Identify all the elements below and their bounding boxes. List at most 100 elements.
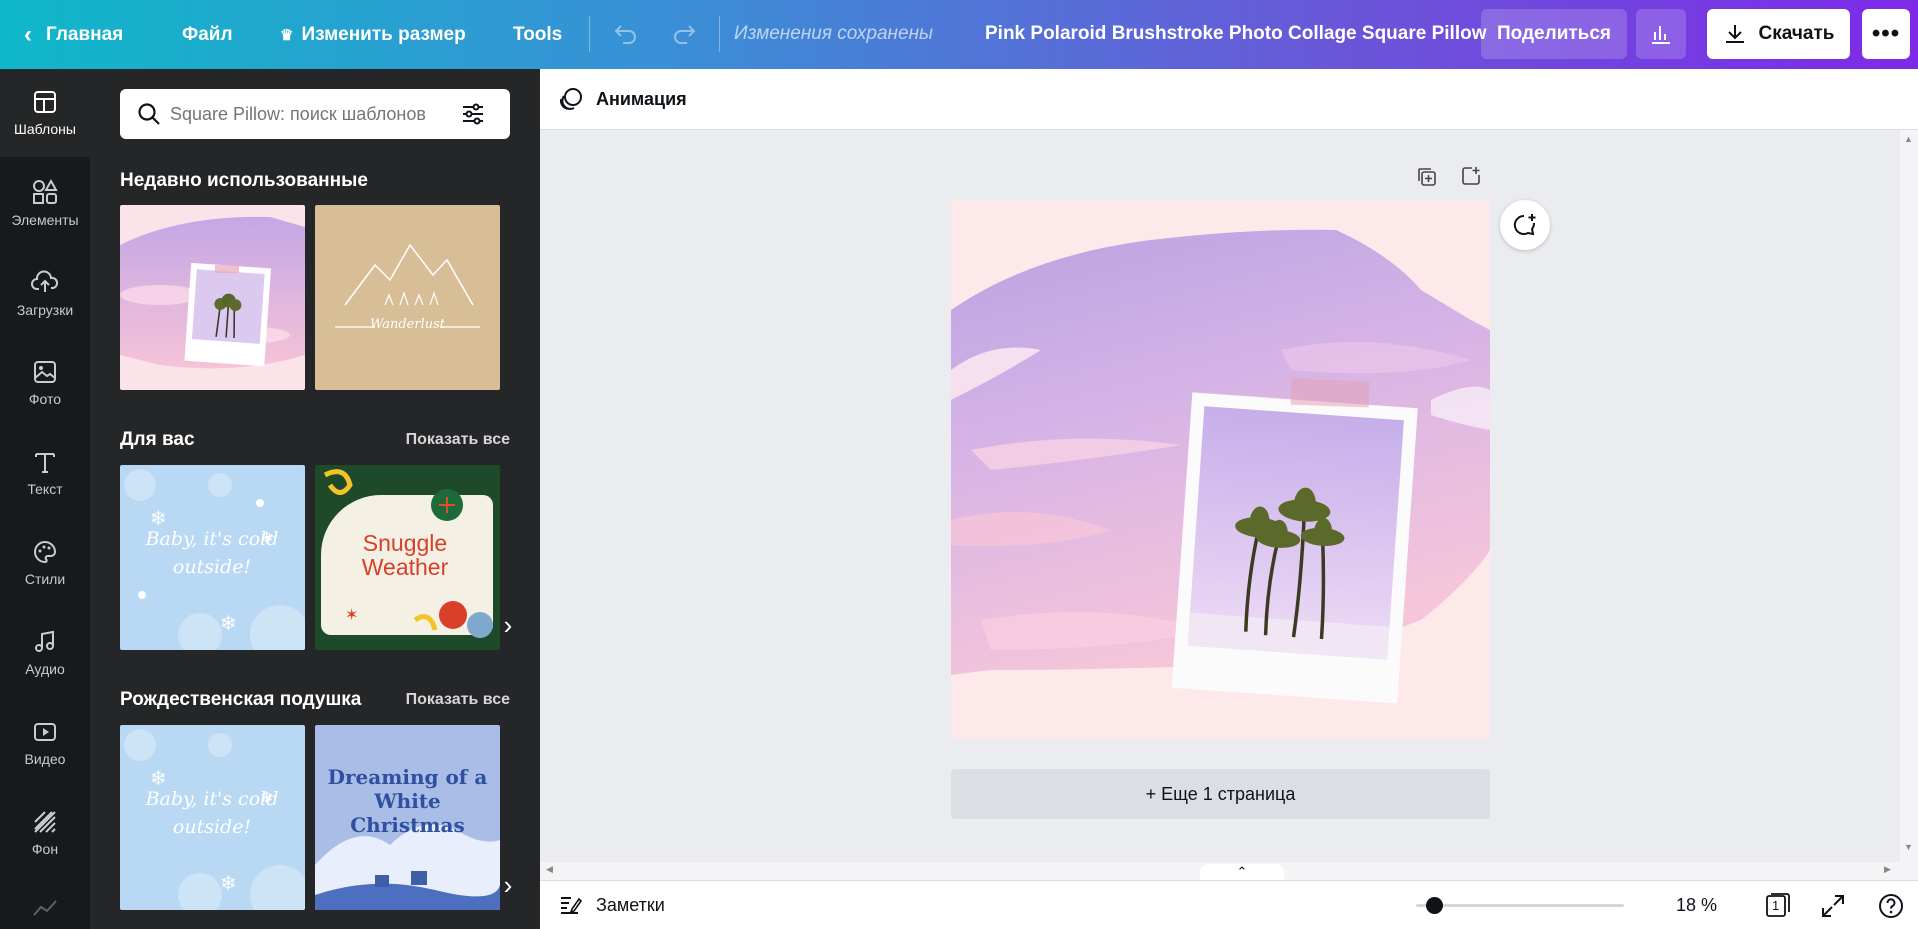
chevron-right-icon: › [503, 609, 513, 640]
duplicate-page-icon[interactable] [1416, 166, 1438, 193]
text-icon [35, 453, 55, 473]
show-all-christmas-link[interactable]: Показать все [406, 691, 510, 709]
more-options-button[interactable]: ••• [1862, 9, 1910, 59]
for-you-section-title: Для вас [120, 429, 195, 450]
design-artwork [951, 200, 1490, 739]
svg-text:❄: ❄ [220, 613, 237, 635]
help-icon[interactable] [1878, 893, 1904, 924]
undo-icon[interactable] [612, 20, 640, 53]
rail-label: Фон [31, 841, 59, 857]
notes-icon [561, 897, 582, 914]
tools-button[interactable]: Tools [513, 0, 562, 69]
filter-icon[interactable] [460, 101, 486, 127]
dreaming-christmas-text: Dreaming of a White Christmas [327, 765, 488, 837]
rail-label: Аудио [25, 661, 65, 677]
background-icon [34, 811, 56, 833]
chevron-right-icon: › [503, 869, 513, 900]
home-button[interactable]: ‹ Главная [24, 0, 123, 69]
animation-label: Анимация [596, 88, 687, 109]
rail-item-templates[interactable]: Шаблоны [0, 69, 90, 157]
page-count: 1 [1772, 898, 1780, 913]
snuggle-weather-text: Snuggle Weather [361, 530, 449, 580]
show-all-for-you-link[interactable]: Показать все [406, 431, 510, 449]
add-page-icon[interactable] [1460, 165, 1482, 192]
template-thumb-baby-cold-2[interactable]: ❄ ❄ ❄ Baby, it's cold outside! [120, 725, 305, 910]
elements-icon [33, 178, 58, 204]
file-menu-button[interactable]: Файл [182, 0, 233, 69]
rail-item-photos[interactable]: Фото [0, 339, 90, 427]
rail-item-background[interactable]: Фон [0, 789, 90, 877]
rail-label: Шаблоны [14, 121, 76, 137]
baby-cold-text: Baby, it's cold outside! [145, 528, 279, 578]
zoom-slider[interactable] [1416, 897, 1624, 914]
vertical-scrollbar[interactable]: ▲ ▼ [1900, 130, 1918, 880]
template-thumb-snuggle-weather[interactable]: ✶ Snuggle Weather [315, 465, 500, 650]
template-thumb-wanderlust[interactable]: Wanderlust [315, 205, 500, 390]
rail-item-audio[interactable]: Аудио [0, 609, 90, 697]
template-thumb-baby-cold[interactable]: ❄ ❄ ❄ Baby, it's cold outside! [120, 465, 305, 650]
share-button[interactable]: Поделиться [1481, 9, 1627, 59]
rail-item-styles[interactable]: Стили [0, 519, 90, 607]
search-input[interactable] [170, 103, 460, 125]
rail-item-uploads[interactable]: Загрузки [0, 249, 90, 337]
insights-button[interactable] [1636, 9, 1686, 59]
more-apps-icon[interactable] [32, 897, 58, 922]
animation-icon [560, 88, 582, 110]
svg-text:❄: ❄ [220, 873, 237, 895]
zoom-level[interactable]: 18 % [1676, 895, 1717, 916]
add-page-button[interactable]: + Еще 1 страница [951, 769, 1490, 819]
rail-label: Стили [24, 571, 66, 587]
rail-label: Элементы [11, 212, 79, 228]
show-pages-handle[interactable]: ⌃ [1200, 864, 1284, 880]
template-search[interactable] [120, 89, 510, 139]
resize-button[interactable]: ♛ Изменить размер [280, 0, 466, 69]
rail-label: Видео [24, 751, 66, 767]
design-page[interactable] [951, 200, 1490, 739]
crown-icon: ♛ [280, 26, 294, 44]
fullscreen-icon[interactable] [1820, 893, 1846, 924]
download-button[interactable]: Скачать [1707, 9, 1850, 59]
redo-icon[interactable] [670, 20, 698, 53]
animation-button[interactable]: Анимация [558, 86, 687, 112]
zoom-slider-thumb[interactable] [1425, 897, 1443, 914]
photo-icon [34, 361, 56, 383]
chevron-left-icon: ‹ [24, 20, 32, 48]
rail-item-video[interactable]: Видео [0, 699, 90, 787]
wanderlust-text: Wanderlust [369, 317, 445, 332]
rail-label: Загрузки [16, 302, 74, 318]
christmas-section-title: Рождественская подушка [120, 689, 362, 710]
templates-panel: Недавно использованные Wanderlust Для ва… [90, 69, 540, 929]
svg-text:✶: ✶ [345, 607, 358, 624]
notes-label: Заметки [596, 894, 665, 915]
scroll-down-icon[interactable]: ▼ [1904, 842, 1913, 852]
scroll-right-for-you-button[interactable]: › [496, 605, 520, 645]
document-title[interactable]: Pink Polaroid Brushstroke Photo Collage … [985, 23, 1486, 45]
template-thumb-dreaming-christmas[interactable]: Dreaming of a White Christmas [315, 725, 500, 910]
video-icon [34, 723, 56, 741]
rail-item-elements[interactable]: Элементы [0, 159, 90, 247]
chevron-up-icon: ⌃ [1236, 864, 1248, 879]
more-icon: ••• [1871, 20, 1901, 47]
file-label: Файл [182, 23, 233, 45]
template-thumb-polaroid[interactable] [120, 205, 305, 390]
search-icon [138, 103, 160, 125]
add-page-label: + Еще 1 страница [1145, 783, 1296, 804]
baby-cold-text: Baby, it's cold outside! [145, 788, 279, 838]
scroll-right-icon[interactable]: ▶ [1884, 864, 1891, 875]
comment-button[interactable] [1500, 200, 1550, 250]
scroll-up-icon[interactable]: ▲ [1904, 134, 1913, 144]
uploads-icon [31, 270, 59, 292]
page-count-button[interactable]: 1 [1765, 892, 1791, 918]
scroll-left-icon[interactable]: ◀ [546, 864, 553, 875]
scroll-right-christmas-button[interactable]: › [496, 865, 520, 905]
side-rail: Шаблоны Элементы Загрузки Фото Текст Сти… [0, 69, 90, 929]
horizontal-scrollbar[interactable]: ◀ ▶ ⌃ [540, 862, 1900, 880]
rail-item-text[interactable]: Текст [0, 429, 90, 517]
save-status: Изменения сохранены [734, 23, 934, 44]
home-label: Главная [46, 23, 124, 45]
add-comment-icon [1513, 214, 1536, 236]
bar-chart-icon [1652, 26, 1670, 44]
context-toolbar: Анимация [540, 69, 1918, 130]
mountain-illustration [335, 243, 480, 328]
notes-button[interactable]: Заметки [558, 893, 665, 917]
